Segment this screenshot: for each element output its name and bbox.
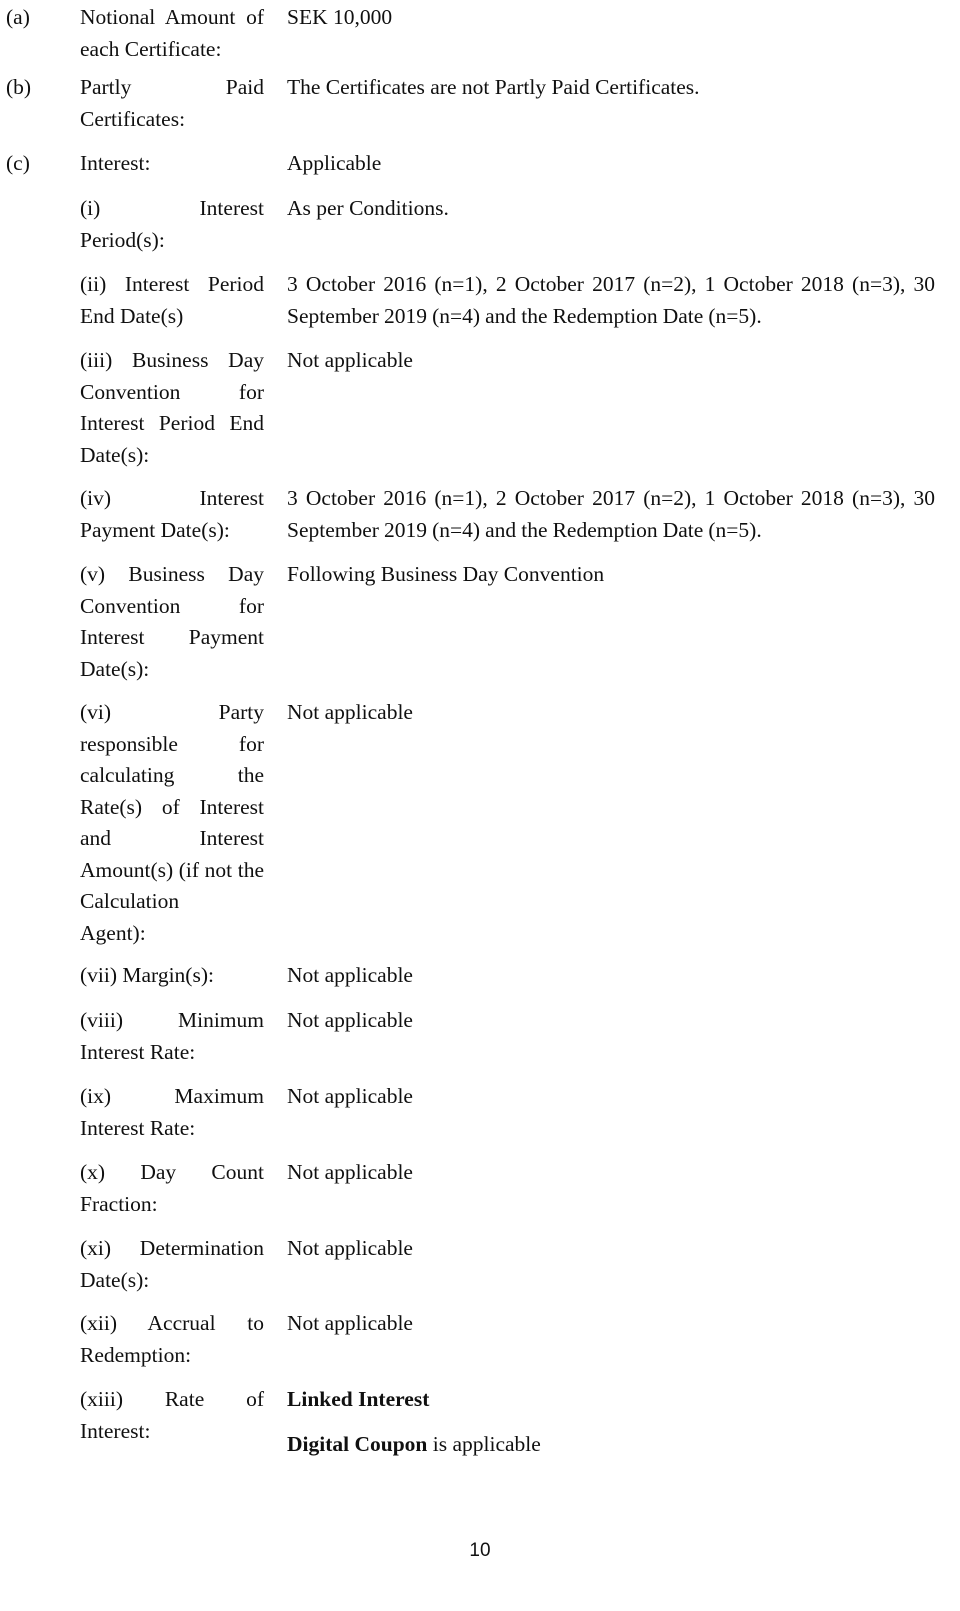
page-number-footer: 10: [469, 1540, 491, 1561]
row-value-a: SEK 10,000: [287, 5, 393, 29]
label-line: Interest:: [80, 1418, 151, 1443]
label-line: Notional Amount of: [80, 5, 264, 29]
row-value-xi: Not applicable: [287, 1236, 413, 1260]
label-line: Fraction:: [80, 1191, 158, 1216]
row-label-a: Notional Amount of each Certificate:: [80, 2, 264, 65]
row-value-b: The Certificates are not Partly Paid Cer…: [287, 75, 700, 99]
row-value-ii: 3 October 2016 (n=1), 2 October 2017 (n=…: [287, 272, 935, 328]
label-line: End Date(s): [80, 303, 184, 328]
row-label-i: (i) Interest Period(s):: [80, 193, 264, 256]
label-line: (x) Day Count: [80, 1160, 264, 1184]
row-value-xiii: Linked Interest Digital Coupon is applic…: [287, 1384, 937, 1460]
row-marker-a: (a): [6, 5, 30, 29]
label-line: (v) Business Day: [80, 562, 264, 586]
label-line: (ii) Interest Period: [80, 272, 264, 296]
label-line: Payment Date(s):: [80, 517, 230, 542]
row-value-vi: Not applicable: [287, 700, 413, 724]
label-line: Convention for: [80, 593, 264, 618]
row-value-xii: Not applicable: [287, 1311, 413, 1335]
row-label-xi: (xi) Determination Date(s):: [80, 1233, 264, 1296]
row-marker-b: (b): [6, 75, 32, 99]
label-line: (iii) Business Day: [80, 348, 264, 372]
row-value-c: Applicable: [287, 151, 382, 175]
row-label-iv: (iv) Interest Payment Date(s):: [80, 483, 264, 546]
row-label-ix: (ix) Maximum Interest Rate:: [80, 1081, 264, 1144]
row-value-iii: Not applicable: [287, 348, 413, 372]
label-line: Amount(s) (if not: [80, 857, 233, 882]
label-line: (xiii) Rate of: [80, 1387, 264, 1411]
linked-interest-heading: Linked Interest: [287, 1387, 430, 1411]
row-value-iv: 3 October 2016 (n=1), 2 October 2017 (n=…: [287, 486, 935, 542]
label-line: Partly Paid: [80, 75, 264, 99]
digital-coupon-suffix: is applicable: [427, 1431, 541, 1456]
row-label-ii: (ii) Interest Period End Date(s): [80, 269, 264, 332]
label-line: calculating the: [80, 763, 264, 787]
row-label-c: Interest:: [80, 148, 264, 180]
label-line: each Certificate:: [80, 36, 222, 61]
label-line: (xi) Determination: [80, 1236, 264, 1260]
row-value-vii: Not applicable: [287, 963, 413, 987]
label-line: responsible for: [80, 731, 264, 756]
row-value-x: Not applicable: [287, 1160, 413, 1184]
row-label-vii: (vii) Margin(s):: [80, 960, 264, 992]
label-line: Interest Payment: [80, 625, 264, 649]
row-value-v: Following Business Day Convention: [287, 562, 605, 586]
label-line: (xii) Accrual to: [80, 1311, 264, 1335]
label-line: Agent):: [80, 920, 146, 945]
row-value-ix: Not applicable: [287, 1084, 413, 1108]
row-label-iii: (iii) Business Day Convention for Intere…: [80, 345, 264, 471]
row-marker-c: (c): [6, 151, 30, 175]
row-label-viii: (viii) Minimum Interest Rate:: [80, 1005, 264, 1068]
row-label-b: Partly Paid Certificates:: [80, 72, 264, 135]
digital-coupon-term: Digital Coupon: [287, 1431, 428, 1456]
label-line: (viii) Minimum: [80, 1008, 264, 1032]
row-value-viii: Not applicable: [287, 1008, 413, 1032]
row-value-i: As per Conditions.: [287, 196, 449, 220]
label-line: (ix) Maximum: [80, 1084, 264, 1108]
label-line: Date(s):: [80, 1267, 150, 1292]
row-label-xii: (xii) Accrual to Redemption:: [80, 1308, 264, 1371]
label-line: Redemption:: [80, 1342, 192, 1367]
row-label-x: (x) Day Count Fraction:: [80, 1157, 264, 1220]
row-label-xiii: (xiii) Rate of Interest:: [80, 1384, 264, 1447]
label-line: Date(s):: [80, 442, 150, 467]
label-line: Interest:: [80, 151, 151, 175]
row-label-vi: (vi) Party responsible for calculating t…: [80, 697, 264, 949]
row-label-v: (v) Business Day Convention for Interest…: [80, 559, 264, 685]
label-line: Date(s):: [80, 656, 150, 681]
label-line: (vi) Party: [80, 700, 264, 724]
label-line: and Interest: [80, 826, 264, 850]
label-line: Interest Period End: [80, 411, 264, 435]
label-line: (i) Interest: [80, 196, 264, 220]
label-line: Certificates:: [80, 106, 186, 131]
label-line: Convention for: [80, 379, 264, 404]
label-line: Interest Rate:: [80, 1039, 196, 1064]
label-line: (iv) Interest: [80, 486, 264, 510]
label-line: Interest Rate:: [80, 1115, 196, 1140]
digital-coupon-line: Digital Coupon is applicable: [287, 1429, 937, 1461]
label-line: Rate(s) of Interest: [80, 794, 264, 819]
label-line: (vii) Margin(s):: [80, 963, 214, 987]
document-page: (a) Notional Amount of each Certificate:…: [0, 0, 960, 1611]
label-line: Period(s):: [80, 227, 165, 252]
